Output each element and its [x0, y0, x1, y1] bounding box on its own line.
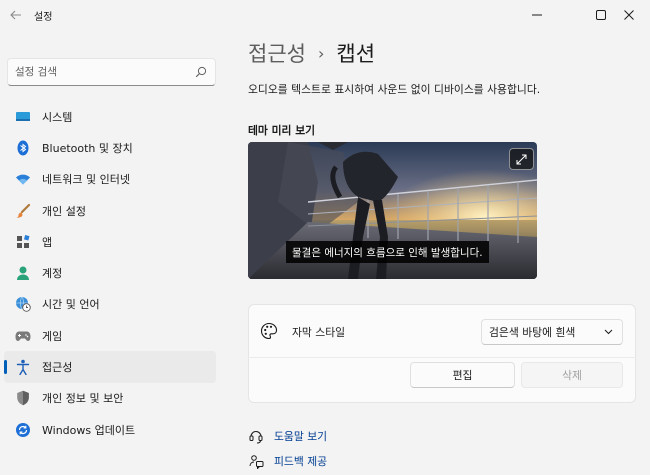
- caption-style-value: 검은색 바탕에 흰색: [489, 326, 576, 339]
- breadcrumb-separator: ›: [317, 43, 325, 63]
- delete-button[interactable]: 삭제: [521, 362, 623, 388]
- sidebar-item-label: 네트워크 및 인터넷: [42, 173, 130, 187]
- accessibility-icon: [15, 359, 31, 376]
- card-divider: [248, 357, 636, 358]
- help-link-label[interactable]: 도움말 보기: [274, 428, 327, 444]
- sidebar-item-label: 계정: [42, 267, 63, 281]
- paintbrush-icon: [15, 203, 31, 219]
- sidebar-item-label: 게임: [42, 329, 63, 343]
- shield-icon: [15, 390, 31, 406]
- sidebar-item-label: 개인 정보 및 보안: [42, 392, 124, 406]
- feedback-link-label[interactable]: 피드백 제공: [274, 453, 327, 469]
- sidebar-item-gaming[interactable]: 게임: [4, 320, 216, 351]
- back-button[interactable]: [4, 4, 28, 26]
- sidebar-nav: 시스템 Bluetooth 및 장치 네트워크 및 인터넷 개인 설정 앱 계정: [4, 101, 216, 445]
- caption-style-dropdown[interactable]: 검은색 바탕에 흰색: [481, 319, 623, 345]
- page-title: 캡션: [336, 42, 376, 66]
- person-icon: [15, 265, 31, 281]
- preview-caption: 물결은 에너지의 흐름으로 인해 발생합니다.: [286, 241, 489, 263]
- feedback-link[interactable]: 피드백 제공: [248, 452, 327, 470]
- search-input[interactable]: [15, 63, 195, 81]
- sidebar-item-accounts[interactable]: 계정: [4, 257, 216, 288]
- sidebar-item-personalization[interactable]: 개인 설정: [4, 195, 216, 226]
- sidebar-item-system[interactable]: 시스템: [4, 101, 216, 132]
- title-bar: 설정: [0, 0, 650, 32]
- gamepad-icon: [15, 328, 31, 344]
- sidebar-item-apps[interactable]: 앱: [4, 226, 216, 257]
- selection-indicator: [4, 360, 7, 375]
- sidebar-item-windows-update[interactable]: Windows 업데이트: [4, 414, 216, 445]
- sidebar-item-label: Bluetooth 및 장치: [42, 141, 133, 155]
- breadcrumb: 접근성 › 캡션: [248, 38, 375, 68]
- search-box[interactable]: [7, 58, 216, 86]
- help-link[interactable]: 도움말 보기: [248, 427, 327, 445]
- sidebar-item-time-language[interactable]: 시간 및 언어: [4, 289, 216, 320]
- sidebar-item-label: 시간 및 언어: [42, 298, 100, 312]
- arrow-left-icon: [10, 10, 21, 20]
- preview-section-title: 테마 미리 보기: [248, 124, 316, 137]
- palette-icon: [261, 322, 278, 340]
- caption-style-label: 자막 스타일: [292, 326, 346, 339]
- expand-icon: [516, 154, 527, 164]
- close-icon: [624, 10, 634, 20]
- close-button[interactable]: [608, 0, 650, 30]
- sidebar-item-network[interactable]: 네트워크 및 인터넷: [4, 164, 216, 195]
- monitor-icon: [15, 109, 31, 125]
- app-title: 설정: [34, 12, 53, 23]
- wifi-icon: [15, 171, 31, 187]
- sidebar-item-accessibility[interactable]: 접근성: [4, 351, 216, 383]
- page-description: 오디오를 텍스트로 표시하여 사운드 없이 디바이스를 사용합니다.: [248, 83, 541, 96]
- chevron-down-icon: [604, 329, 613, 335]
- breadcrumb-parent[interactable]: 접근성: [248, 38, 306, 68]
- maximize-icon: [596, 10, 606, 20]
- feedback-icon: [248, 453, 264, 469]
- expand-preview-button[interactable]: [509, 148, 534, 170]
- globe-clock-icon: [15, 296, 31, 313]
- sidebar-item-label: Windows 업데이트: [42, 423, 136, 437]
- edit-button[interactable]: 편집: [410, 362, 515, 388]
- sidebar-item-label: 접근성: [42, 361, 73, 375]
- sidebar-item-label: 시스템: [42, 110, 73, 124]
- update-icon: [15, 422, 31, 438]
- sidebar-item-bluetooth[interactable]: Bluetooth 및 장치: [4, 132, 216, 163]
- bluetooth-icon: [15, 140, 31, 156]
- search-icon[interactable]: [195, 66, 207, 78]
- sidebar-item-privacy-security[interactable]: 개인 정보 및 보안: [4, 383, 216, 414]
- minimize-icon: [532, 14, 542, 16]
- help-icon: [248, 428, 264, 444]
- apps-icon: [15, 234, 31, 250]
- minimize-button[interactable]: [514, 0, 560, 30]
- sidebar-item-label: 앱: [42, 235, 53, 249]
- sidebar-item-label: 개인 설정: [42, 204, 86, 218]
